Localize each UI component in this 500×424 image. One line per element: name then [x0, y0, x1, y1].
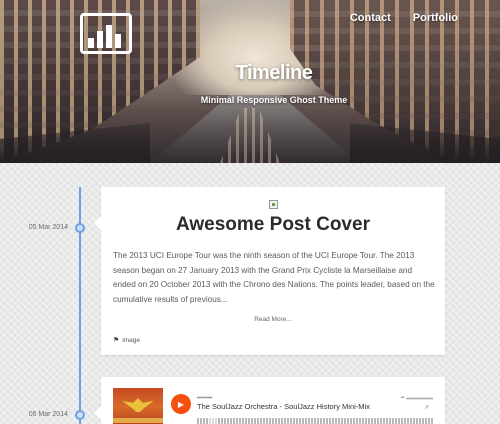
- soundcloud-track-title[interactable]: The SoulJazz Orchestra - SoulJazz Histor…: [197, 402, 370, 411]
- card-pointer: [94, 216, 101, 230]
- soundcloud-user-label[interactable]: ▂▂▂▂: [197, 393, 212, 399]
- post-title[interactable]: Awesome Post Cover: [101, 214, 445, 236]
- post-date: 05 Mar 2014: [28, 224, 68, 231]
- site-subtitle: Minimal Responsive Ghost Theme: [200, 95, 348, 105]
- tag-icon: ⚑: [113, 337, 120, 344]
- hero-header: Contact Portfolio Timeline Minimal Respo…: [0, 0, 500, 163]
- broken-image-icon: [269, 200, 278, 209]
- nav-link-contact[interactable]: Contact: [350, 12, 391, 24]
- album-artwork[interactable]: [113, 388, 163, 424]
- eagle-emblem-icon: [122, 398, 154, 412]
- site-title[interactable]: Timeline: [0, 62, 500, 85]
- post-date: 06 Mar 2014: [28, 411, 68, 418]
- site-logo-icon[interactable]: [80, 13, 132, 54]
- soundcloud-icon[interactable]: ☁ ▂▂▂▂▂▂▂: [400, 394, 433, 400]
- nav-link-portfolio[interactable]: Portfolio: [413, 12, 458, 24]
- post-tags: ⚑ image: [113, 336, 140, 345]
- play-icon[interactable]: ▶: [171, 394, 191, 414]
- timeline-dot: [75, 410, 85, 420]
- waveform[interactable]: [197, 418, 433, 424]
- timeline-dot: [75, 223, 85, 233]
- soundcloud-card: ▶ ▂▂▂▂ The SoulJazz Orchestra - SoulJazz…: [94, 377, 445, 424]
- post-excerpt: The 2013 UCI Europe Tour was the ninth s…: [113, 251, 435, 304]
- card-pointer: [94, 406, 101, 420]
- main-nav: Contact Portfolio: [350, 12, 458, 24]
- read-more-link[interactable]: Read More...: [101, 316, 445, 323]
- share-icon[interactable]: ↗: [424, 404, 429, 411]
- tag-link[interactable]: image: [122, 337, 140, 344]
- post-card: Awesome Post Cover The 2013 UCI Europe T…: [94, 187, 445, 355]
